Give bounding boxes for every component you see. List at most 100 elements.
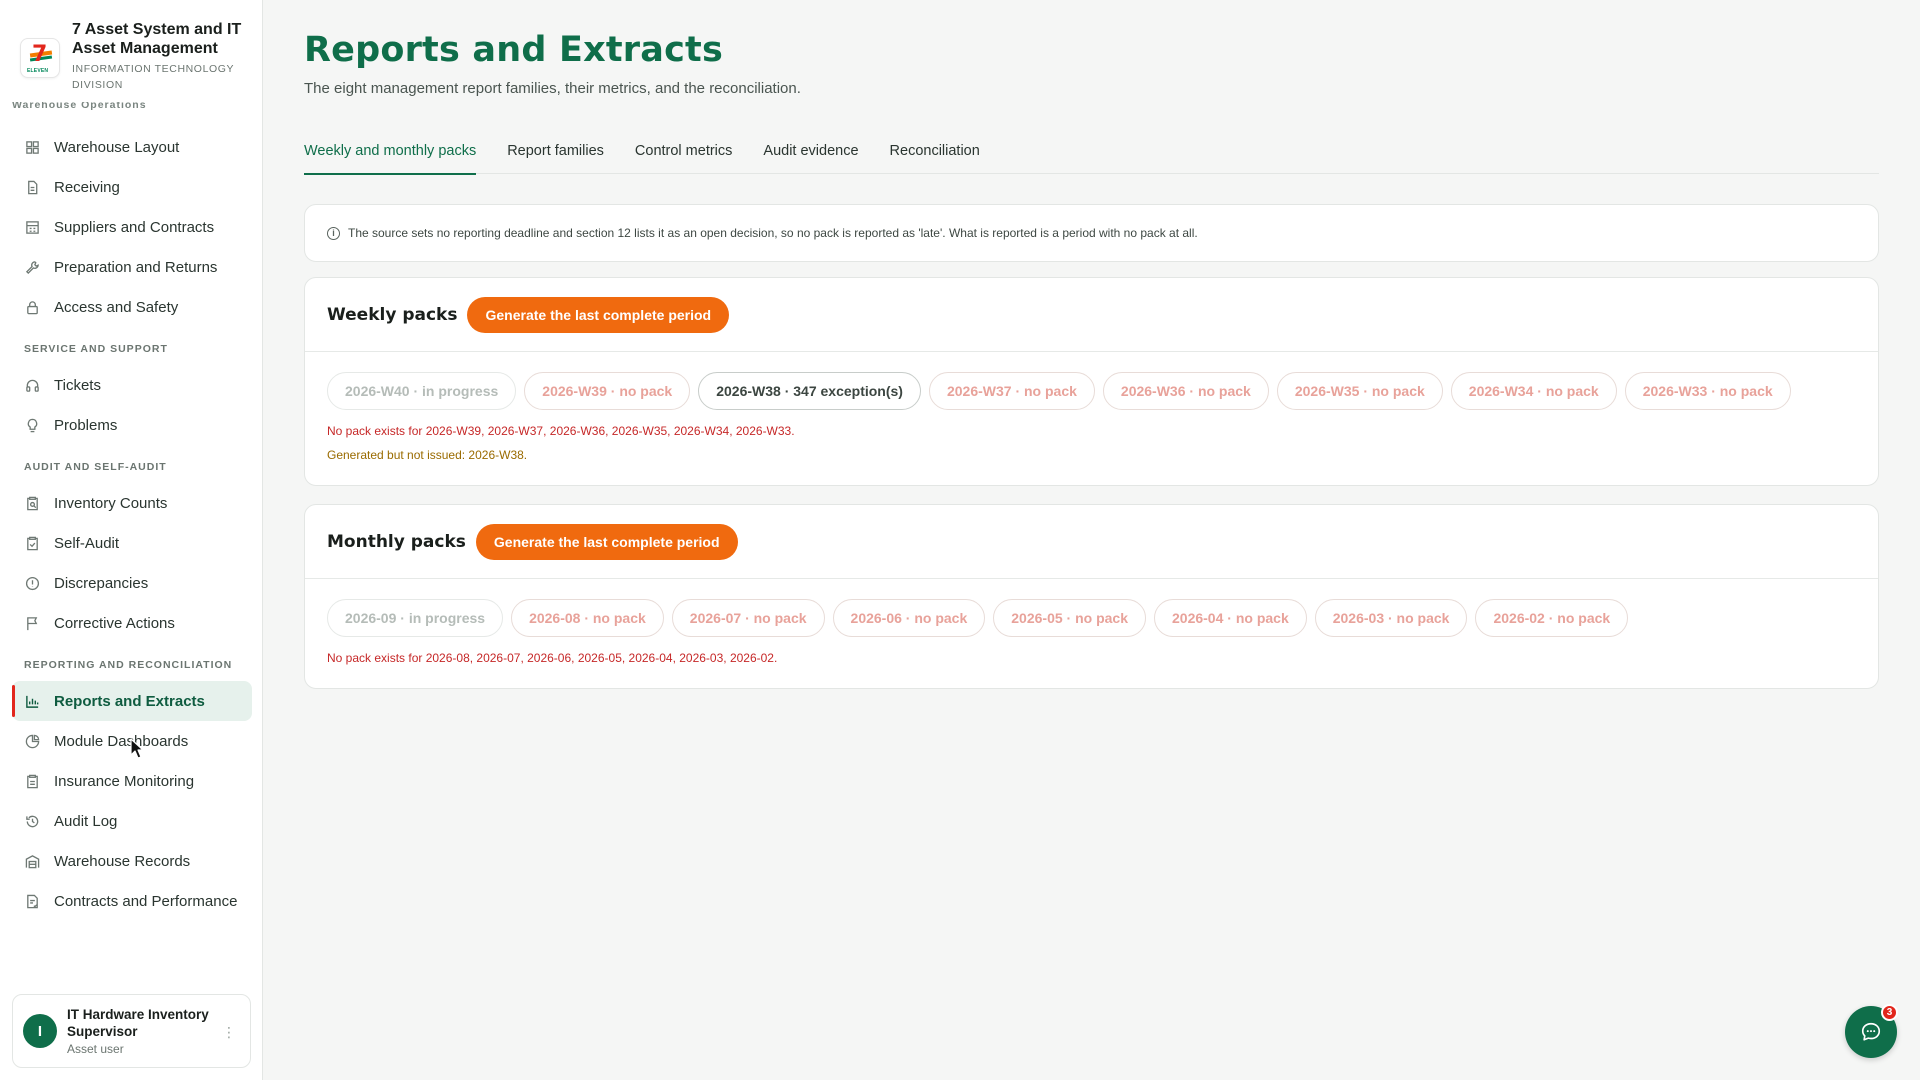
sidebar-item-tickets[interactable]: Tickets	[12, 365, 252, 405]
notice-text: The source sets no reporting deadline an…	[348, 226, 1198, 240]
pie-chart-icon	[24, 733, 40, 749]
sidebar-item-label: Access and Safety	[54, 298, 179, 316]
monthly-missing-note: No pack exists for 2026-08, 2026-07, 202…	[327, 651, 778, 665]
section-head-audit: Audit and Self-Audit	[24, 461, 167, 473]
tab-reconciliation[interactable]: Reconciliation	[890, 138, 980, 174]
period-pill[interactable]: 2026-W40 · in progress	[327, 372, 517, 410]
wrench-icon	[24, 259, 40, 275]
period-pill[interactable]: 2026-04 · no pack	[1154, 599, 1307, 637]
brand[interactable]: 7 ELEVEN 7 Asset System and IT Asset Man…	[20, 20, 250, 94]
document-icon	[24, 179, 40, 195]
sidebar-item-contracts-and-performance[interactable]: Contracts and Performance	[12, 881, 252, 921]
flag-icon	[24, 615, 40, 631]
sidebar-nav: Warehouse Layout Receiving Suppliers and C…	[12, 100, 252, 980]
period-pill[interactable]: 2026-09 · in progress	[327, 599, 504, 637]
brand-logo-mini: ELEVEN	[27, 68, 49, 74]
sidebar-item-label: Module Dashboards	[54, 732, 189, 750]
sidebar-item-label: Self-Audit	[54, 534, 120, 552]
sidebar-item-label: Contracts and Performance	[54, 892, 238, 910]
sidebar-item-label: Receiving	[54, 178, 120, 196]
sidebar-item-corrective-actions[interactable]: Corrective Actions	[12, 603, 252, 643]
sidebar-item-warehouse-records[interactable]: Warehouse Records	[12, 841, 252, 881]
page-title: Reports and Extracts	[304, 30, 723, 70]
period-pill[interactable]: 2026-W35 · no pack	[1276, 372, 1443, 410]
sidebar-item-insurance-monitoring[interactable]: Insurance Monitoring	[12, 761, 252, 801]
brand-title: 7 Asset System and IT Asset Management	[72, 21, 242, 57]
clipboard-search-icon	[24, 495, 40, 511]
period-pill[interactable]: 2026-08 · no pack	[511, 599, 664, 637]
contract-icon	[24, 893, 40, 909]
monthly-period-list: 2026-09 · in progress 2026-08 · no pack 20…	[305, 599, 1878, 637]
bar-chart-icon	[24, 693, 40, 709]
sidebar: 7 ELEVEN 7 Asset System and IT Asset Man…	[0, 0, 263, 1080]
alert-circle-icon	[24, 575, 40, 591]
sidebar-item-inventory-counts[interactable]: Inventory Counts	[12, 483, 252, 523]
mouse-cursor-icon	[130, 738, 144, 759]
period-pill[interactable]: 2026-05 · no pack	[993, 599, 1146, 637]
weekly-period-list: 2026-W40 · in progress 2026-W39 · no pack…	[305, 372, 1878, 410]
sidebar-item-reports-and-extracts[interactable]: Reports and Extracts	[12, 681, 252, 721]
sidebar-item-receiving[interactable]: Receiving	[12, 167, 252, 207]
notice-banner: i The source sets no reporting deadline …	[304, 204, 1879, 262]
warehouse-icon	[24, 853, 40, 869]
sidebar-item-label: Suppliers and Contracts	[54, 218, 215, 236]
sidebar-item-problems[interactable]: Problems	[12, 405, 252, 445]
generate-weekly-button[interactable]: Generate the last complete period	[467, 296, 730, 333]
clipboard-icon	[24, 773, 40, 789]
period-pill[interactable]: 2026-W39 · no pack	[524, 372, 691, 410]
grid-icon	[24, 139, 40, 155]
brand-logo-mark: 7	[32, 42, 48, 67]
info-icon: i	[327, 226, 340, 240]
lock-icon	[24, 299, 40, 315]
sidebar-item-label: Tickets	[54, 376, 101, 394]
weekly-missing-note: No pack exists for 2026-W39, 2026-W37, 2…	[327, 424, 795, 438]
sidebar-item-label: Insurance Monitoring	[54, 772, 195, 790]
sidebar-item-self-audit[interactable]: Self-Audit	[12, 523, 252, 563]
more-vertical-icon[interactable]: ⋮	[222, 1025, 236, 1039]
period-pill[interactable]: 2026-W37 · no pack	[928, 372, 1095, 410]
avatar: I	[23, 1014, 57, 1048]
period-pill[interactable]: 2026-W33 · no pack	[1624, 372, 1791, 410]
monthly-packs-title: Monthly packs	[327, 531, 466, 552]
tab-control-metrics[interactable]: Control metrics	[635, 138, 733, 174]
tab-report-families[interactable]: Report families	[507, 138, 604, 174]
sidebar-item-suppliers-and-contracts[interactable]: Suppliers and Contracts	[12, 207, 252, 247]
user-role: Asset user	[67, 1042, 124, 1056]
period-pill[interactable]: 2026-02 · no pack	[1475, 599, 1629, 637]
period-pill[interactable]: 2026-03 · no pack	[1314, 599, 1468, 637]
clipboard-check-icon	[24, 535, 40, 551]
sidebar-item-label: Inventory Counts	[54, 494, 168, 512]
sidebar-item-access-and-safety[interactable]: Access and Safety	[12, 287, 252, 327]
period-pill[interactable]: 2026-06 · no pack	[832, 599, 986, 637]
sidebar-item-label: Discrepancies	[54, 574, 149, 592]
sidebar-item-label: Warehouse Records	[54, 852, 191, 870]
sidebar-item-preparation-and-returns[interactable]: Preparation and Returns	[12, 247, 252, 287]
page-subtitle: The eight management report families, th…	[304, 80, 801, 97]
tab-audit-evidence[interactable]: Audit evidence	[763, 138, 858, 174]
period-pill[interactable]: 2026-W36 · no pack	[1102, 372, 1269, 410]
sidebar-item-label: Preparation and Returns	[54, 258, 218, 276]
generate-monthly-button[interactable]: Generate the last complete period	[475, 523, 738, 560]
section-head-service: Service and Support	[24, 343, 168, 355]
tab-weekly-monthly-packs[interactable]: Weekly and monthly packs	[304, 138, 477, 175]
sidebar-item-discrepancies[interactable]: Discrepancies	[12, 563, 252, 603]
user-name: IT Hardware Inventory Supervisor	[67, 1007, 209, 1039]
period-pill[interactable]: 2026-W38 · 347 exception(s)	[698, 372, 921, 410]
history-icon	[24, 813, 40, 829]
period-pill[interactable]: 2026-07 · no pack	[671, 599, 825, 637]
tab-bar: Weekly and monthly packs Report families…	[304, 138, 1879, 175]
weekly-packs-title: Weekly packs	[327, 304, 458, 325]
sidebar-item-warehouse-layout[interactable]: Warehouse Layout	[12, 127, 252, 167]
user-card[interactable]: I IT Hardware Inventory Supervisor Asset…	[12, 994, 251, 1068]
weekly-not-issued-note: Generated but not issued: 2026-W38.	[327, 448, 528, 462]
chat-badge: 3	[1881, 1004, 1898, 1021]
main-content: Reports and Extracts The eight managemen…	[263, 0, 1920, 1080]
chat-icon	[1861, 1022, 1881, 1041]
brand-logo: 7 ELEVEN	[20, 38, 60, 78]
sidebar-item-audit-log[interactable]: Audit Log	[12, 801, 252, 841]
weekly-packs-card: Weekly packs Generate the last complete …	[304, 277, 1879, 486]
period-pill[interactable]: 2026-W34 · no pack	[1450, 372, 1617, 410]
chat-button[interactable]: 3	[1845, 1004, 1898, 1058]
sidebar-item-label: Audit Log	[54, 812, 118, 830]
headset-icon	[24, 377, 40, 393]
